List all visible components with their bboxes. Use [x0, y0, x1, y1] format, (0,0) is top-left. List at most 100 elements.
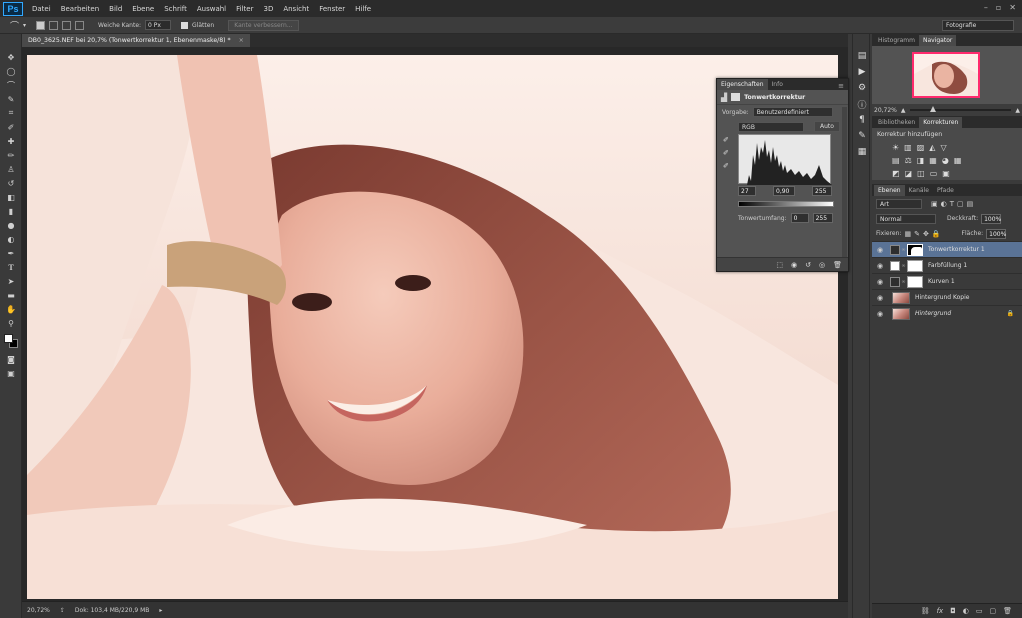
- pen-tool-icon[interactable]: ✒: [0, 246, 22, 260]
- visibility-eye-icon[interactable]: ◉: [872, 278, 888, 286]
- blend-mode-select[interactable]: Normal: [876, 213, 936, 224]
- layer-row[interactable]: ◉ Hintergrund Kopie: [872, 289, 1022, 305]
- color-swatches[interactable]: [0, 330, 22, 352]
- gradient-tool-icon[interactable]: ▮: [0, 204, 22, 218]
- lock-position-icon[interactable]: ✥: [923, 230, 929, 238]
- close-tab-icon[interactable]: ×: [239, 37, 244, 44]
- layer-row[interactable]: ◉ ∞ Tonwertkorrektur 1: [872, 241, 1022, 257]
- menu-datei[interactable]: Datei: [27, 5, 56, 13]
- menu-bild[interactable]: Bild: [104, 5, 127, 13]
- visibility-icon[interactable]: ◎: [819, 261, 825, 269]
- mask-icon[interactable]: [731, 93, 741, 101]
- menu-bearbeiten[interactable]: Bearbeiten: [56, 5, 104, 13]
- antialias-checkbox[interactable]: [181, 21, 189, 29]
- refine-edge-button[interactable]: Kante verbessern...: [228, 19, 299, 31]
- clip-to-layer-icon[interactable]: ⬚: [776, 261, 783, 269]
- link-layers-icon[interactable]: ⛓: [921, 607, 930, 615]
- filter-adjustment-icon[interactable]: ◐: [941, 200, 947, 208]
- tab-eigenschaften[interactable]: Eigenschaften: [717, 79, 768, 90]
- filter-pixel-icon[interactable]: ▣: [931, 200, 938, 208]
- history-panel-icon[interactable]: ▤: [853, 48, 871, 64]
- menu-3d[interactable]: 3D: [258, 5, 278, 13]
- visibility-eye-icon[interactable]: ◉: [872, 262, 888, 270]
- layer-name[interactable]: Hintergrund Kopie: [915, 294, 969, 301]
- info-panel-icon[interactable]: ⓘ: [853, 96, 871, 112]
- input-white-field[interactable]: 255: [812, 186, 832, 196]
- hue-saturation-adjustment-icon[interactable]: ▤: [892, 156, 900, 165]
- menu-fenster[interactable]: Fenster: [314, 5, 350, 13]
- tool-presets-icon[interactable]: ▦: [853, 144, 871, 160]
- white-point-eyedropper-icon[interactable]: ✐: [723, 162, 729, 170]
- selective-color-adjustment-icon[interactable]: ▣: [942, 169, 950, 178]
- dodge-tool-icon[interactable]: ◐: [0, 232, 22, 246]
- reset-icon[interactable]: ↺: [805, 261, 811, 269]
- gray-point-eyedropper-icon[interactable]: ✐: [723, 149, 729, 157]
- document-tab[interactable]: DB0_3625.NEF bei 20,7% (Tonwertkorrektur…: [22, 34, 250, 47]
- properties-panel-icon[interactable]: ⚙: [853, 80, 871, 96]
- new-adjustment-icon[interactable]: ◐: [963, 607, 969, 615]
- output-black-field[interactable]: 0: [790, 213, 809, 223]
- gradient-map-adjustment-icon[interactable]: ▭: [930, 169, 938, 178]
- lock-transparency-icon[interactable]: ▦: [904, 230, 911, 238]
- type-tool-icon[interactable]: T: [0, 260, 22, 274]
- panel-menu-icon[interactable]: ≡: [838, 82, 844, 90]
- input-black-field[interactable]: 27: [738, 186, 756, 196]
- vibrance-adjustment-icon[interactable]: ▽: [940, 143, 946, 152]
- status-zoom[interactable]: 20,72%: [27, 607, 50, 614]
- quick-select-tool-icon[interactable]: ✎: [0, 92, 22, 106]
- layer-style-icon[interactable]: fx: [937, 607, 944, 615]
- curves-adjustment-icon[interactable]: ▨: [917, 143, 925, 152]
- navigator-zoom-slider[interactable]: [909, 106, 1012, 112]
- layer-row[interactable]: ◉ ∞ Kurven 1: [872, 273, 1022, 289]
- brightness-adjustment-icon[interactable]: ☀: [892, 143, 899, 152]
- lasso-tool-icon[interactable]: ⌒: [0, 78, 22, 92]
- brush-panel-icon[interactable]: ✎: [853, 128, 871, 144]
- auto-button[interactable]: Auto: [814, 121, 840, 132]
- input-gamma-field[interactable]: 0,90: [773, 186, 795, 196]
- threshold-adjustment-icon[interactable]: ◫: [917, 169, 925, 178]
- delete-icon[interactable]: 🗑: [833, 261, 842, 269]
- chevron-right-icon[interactable]: ▸: [159, 607, 162, 614]
- quick-mask-icon[interactable]: ◙: [0, 352, 22, 366]
- maximize-icon[interactable]: ▫: [996, 3, 1001, 12]
- history-brush-tool-icon[interactable]: ↺: [0, 176, 22, 190]
- layer-row[interactable]: ◉ ∞ Farbfüllung 1: [872, 257, 1022, 273]
- tab-pfade[interactable]: Pfade: [933, 185, 958, 196]
- link-chain-icon[interactable]: ∞: [900, 247, 907, 253]
- chevron-down-icon[interactable]: ▾: [23, 22, 26, 29]
- lock-all-icon[interactable]: 🔒: [932, 230, 941, 238]
- color-lookup-adjustment-icon[interactable]: ▦: [954, 156, 962, 165]
- visibility-eye-icon[interactable]: ◉: [872, 294, 888, 302]
- black-point-eyedropper-icon[interactable]: ✐: [723, 136, 729, 144]
- layer-mask-thumbnail[interactable]: [907, 243, 923, 256]
- close-window-icon[interactable]: ✕: [1009, 3, 1016, 12]
- intersect-selection-icon[interactable]: [75, 20, 85, 30]
- new-group-icon[interactable]: ▭: [976, 607, 983, 615]
- zoom-in-icon[interactable]: ▲: [1015, 107, 1020, 114]
- zoom-tool-icon[interactable]: ⚲: [0, 316, 22, 330]
- view-previous-icon[interactable]: ◉: [791, 261, 797, 269]
- filter-shape-icon[interactable]: ▢: [957, 200, 964, 208]
- menu-ansicht[interactable]: Ansicht: [278, 5, 314, 13]
- tab-info[interactable]: Info: [768, 79, 787, 90]
- layer-row[interactable]: ◉ Hintergrund 🔒: [872, 305, 1022, 321]
- add-selection-icon[interactable]: [49, 20, 59, 30]
- layer-name[interactable]: Hintergrund: [915, 310, 951, 317]
- filter-type-icon[interactable]: T: [950, 200, 954, 208]
- layer-mask-thumbnail[interactable]: [907, 275, 923, 288]
- lasso-preset-icon[interactable]: ⌒: [10, 19, 19, 32]
- new-selection-icon[interactable]: [36, 20, 46, 30]
- output-gradient-bar[interactable]: [738, 201, 834, 207]
- eraser-tool-icon[interactable]: ◧: [0, 190, 22, 204]
- preset-select[interactable]: Benutzerdefiniert: [752, 107, 833, 117]
- invert-adjustment-icon[interactable]: ◩: [892, 169, 900, 178]
- layer-name[interactable]: Farbfüllung 1: [928, 262, 967, 269]
- visibility-eye-icon[interactable]: ◉: [872, 246, 888, 254]
- export-icon[interactable]: ⇪: [60, 607, 65, 614]
- subtract-selection-icon[interactable]: [62, 20, 72, 30]
- workspace-select[interactable]: Fotografie: [942, 20, 1014, 31]
- move-tool-icon[interactable]: ✥: [0, 50, 22, 64]
- stamp-tool-icon[interactable]: ♙: [0, 162, 22, 176]
- eyedropper-tool-icon[interactable]: ✐: [0, 120, 22, 134]
- fill-field[interactable]: 100%: [986, 228, 1006, 239]
